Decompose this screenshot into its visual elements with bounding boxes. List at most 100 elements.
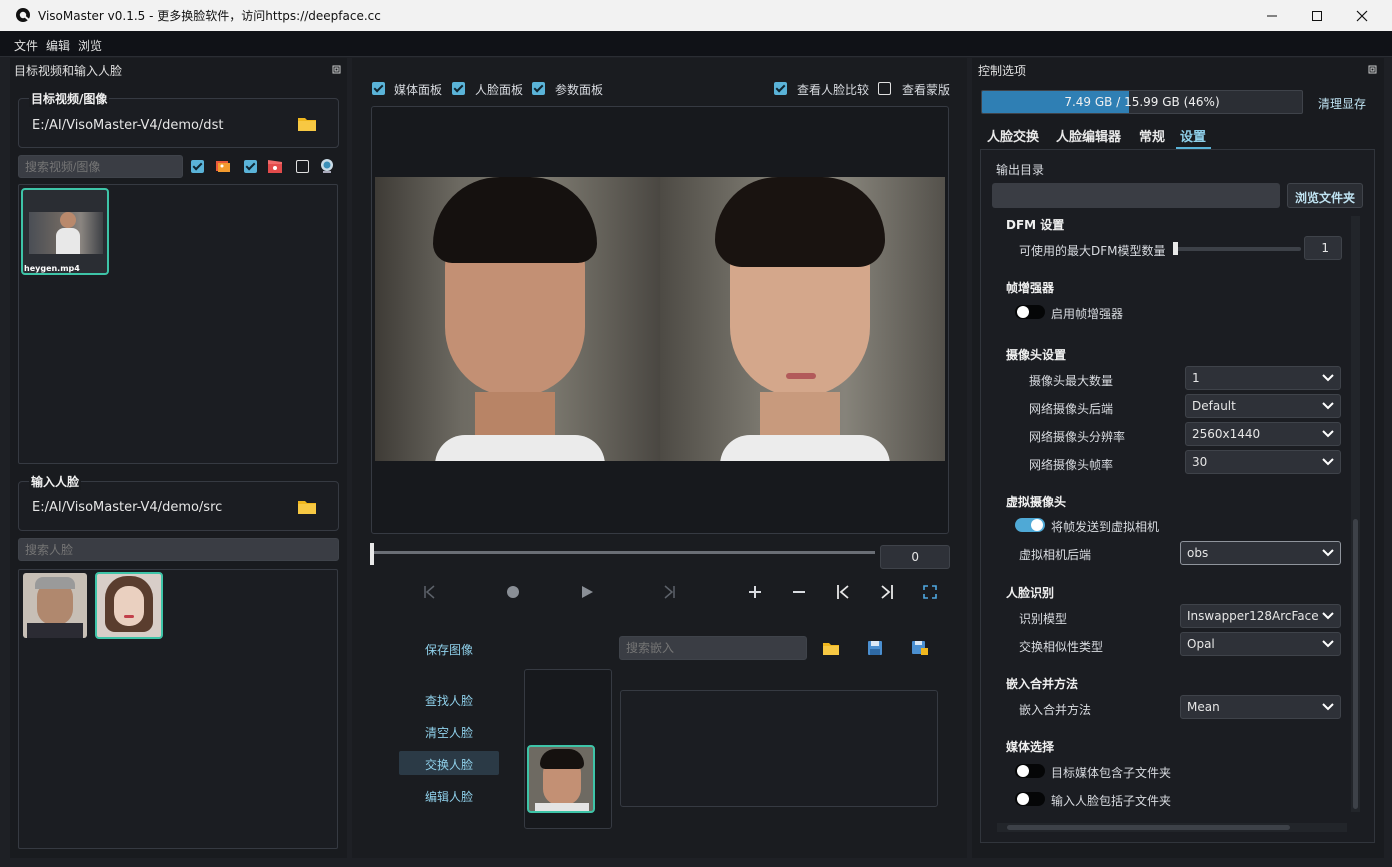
similarity-type-label: 交换相似性类型 bbox=[1019, 640, 1104, 654]
skip-back-icon bbox=[424, 585, 435, 599]
settings-vertical-scrollbar[interactable] bbox=[1351, 216, 1360, 812]
filter-images-checkbox[interactable] bbox=[191, 160, 204, 173]
next-marker-icon bbox=[881, 585, 893, 599]
input-face-thumb-2[interactable] bbox=[95, 572, 163, 639]
clear-faces-button[interactable]: 清空人脸 bbox=[404, 724, 494, 741]
browse-folder-button[interactable]: 浏览文件夹 bbox=[1287, 183, 1363, 208]
param-panel-checkbox[interactable] bbox=[532, 82, 545, 95]
prev-marker-icon bbox=[837, 585, 849, 599]
webcam-icon bbox=[319, 158, 335, 174]
remove-marker-button[interactable] bbox=[791, 584, 807, 600]
minimize-button[interactable] bbox=[1249, 0, 1295, 31]
recognition-model-select[interactable]: Inswapper128ArcFace bbox=[1180, 604, 1341, 628]
swap-faces-button[interactable]: 交换人脸 bbox=[404, 756, 494, 773]
tab-general[interactable]: 常规 bbox=[1139, 126, 1165, 145]
record-icon bbox=[507, 586, 519, 598]
webcam-fps-label: 网络摄像头帧率 bbox=[1029, 458, 1114, 472]
face-compare-checkbox[interactable] bbox=[774, 82, 787, 95]
play-button[interactable] bbox=[579, 584, 595, 600]
chevron-down-icon bbox=[1322, 702, 1334, 712]
undock-icon[interactable] bbox=[1368, 65, 1377, 74]
dfm-slider-handle[interactable] bbox=[1173, 242, 1178, 255]
fullscreen-button[interactable] bbox=[923, 585, 937, 599]
save-image-button[interactable]: 保存图像 bbox=[404, 641, 494, 658]
maximize-button[interactable] bbox=[1294, 0, 1340, 31]
target-search-input[interactable] bbox=[18, 155, 183, 178]
media-panel-label: 媒体面板 bbox=[394, 83, 443, 97]
filter-videos-checkbox[interactable] bbox=[244, 160, 257, 173]
edit-faces-button[interactable]: 编辑人脸 bbox=[404, 788, 494, 805]
virtual-camera-backend-select[interactable]: obs bbox=[1180, 541, 1341, 565]
prev-marker-button[interactable] bbox=[835, 584, 851, 600]
find-faces-button[interactable]: 查找人脸 bbox=[404, 692, 494, 709]
title-bar: VisoMaster v0.1.5 - 更多换脸软件，访问https://dee… bbox=[0, 0, 1392, 31]
save-as-icon bbox=[912, 641, 928, 655]
last-frame-button[interactable] bbox=[662, 584, 678, 600]
window-title: VisoMaster v0.1.5 - 更多换脸软件，访问https://dee… bbox=[38, 9, 381, 23]
add-marker-button[interactable] bbox=[747, 584, 763, 600]
target-path: E:/AI/VisoMaster-V4/demo/dst bbox=[32, 118, 224, 133]
undock-icon[interactable] bbox=[332, 65, 341, 74]
dfm-max-label: 可使用的最大DFM模型数量 bbox=[1019, 244, 1166, 258]
vram-usage-bar: 7.49 GB / 15.99 GB (46%) bbox=[981, 90, 1303, 114]
webcam-resolution-select[interactable]: 2560x1440 bbox=[1185, 422, 1341, 446]
dfm-max-slider[interactable] bbox=[1176, 247, 1301, 251]
target-subfolders-toggle[interactable] bbox=[1015, 764, 1045, 778]
similarity-type-select[interactable]: Opal bbox=[1180, 632, 1341, 656]
param-panel-label: 参数面板 bbox=[555, 83, 604, 97]
camera-title: 摄像头设置 bbox=[1006, 348, 1067, 362]
input-face-thumb-1[interactable] bbox=[23, 573, 87, 638]
mask-view-checkbox[interactable] bbox=[878, 82, 891, 95]
menu-file[interactable]: 文件 bbox=[14, 37, 38, 54]
input-subfolders-toggle[interactable] bbox=[1015, 792, 1045, 806]
frame-number-input[interactable]: 0 bbox=[880, 545, 950, 569]
original-face-image bbox=[375, 177, 660, 461]
tab-face-editor[interactable]: 人脸编辑器 bbox=[1056, 126, 1121, 145]
recognition-model-label: 识别模型 bbox=[1019, 612, 1068, 626]
menu-bar: 文件 编辑 浏览 bbox=[0, 31, 1392, 57]
timeline-handle[interactable] bbox=[370, 543, 374, 565]
menu-edit[interactable]: 编辑 bbox=[46, 37, 70, 54]
vertical-scroll-thumb[interactable] bbox=[1353, 519, 1358, 809]
filter-webcam-checkbox[interactable] bbox=[296, 160, 309, 173]
recognition-title: 人脸识别 bbox=[1006, 586, 1055, 600]
minimize-icon bbox=[1267, 15, 1277, 16]
timeline-slider[interactable] bbox=[371, 551, 875, 554]
embed-merge-select[interactable]: Mean bbox=[1180, 695, 1341, 719]
plus-icon bbox=[749, 586, 761, 598]
tab-settings[interactable]: 设置 bbox=[1180, 126, 1206, 145]
dfm-max-value[interactable]: 1 bbox=[1304, 236, 1342, 260]
virtual-camera-toggle[interactable] bbox=[1015, 518, 1045, 532]
face-panel-checkbox[interactable] bbox=[452, 82, 465, 95]
tab-face-swap[interactable]: 人脸交换 bbox=[987, 126, 1039, 145]
webcam-backend-select[interactable]: Default bbox=[1185, 394, 1341, 418]
webcam-fps-select[interactable]: 30 bbox=[1185, 450, 1341, 474]
media-panel-checkbox[interactable] bbox=[372, 82, 385, 95]
target-folder-button[interactable] bbox=[297, 114, 317, 132]
input-folder-button[interactable] bbox=[297, 497, 317, 515]
save-embedding-button[interactable] bbox=[867, 640, 883, 656]
clear-vram-button[interactable]: 清理显存 bbox=[1310, 95, 1374, 112]
frame-enhancer-toggle[interactable] bbox=[1015, 305, 1045, 319]
next-marker-button[interactable] bbox=[879, 584, 895, 600]
folder-icon bbox=[823, 643, 839, 655]
menu-browse[interactable]: 浏览 bbox=[78, 37, 102, 54]
swapped-face-image bbox=[660, 177, 945, 461]
save-as-embedding-button[interactable] bbox=[911, 640, 929, 656]
record-button[interactable] bbox=[505, 584, 521, 600]
detected-face-thumb[interactable] bbox=[527, 745, 595, 813]
output-dir-input[interactable] bbox=[992, 183, 1280, 208]
chevron-down-icon bbox=[1322, 639, 1334, 649]
close-button[interactable] bbox=[1339, 0, 1385, 31]
camera-max-select[interactable]: 1 bbox=[1185, 366, 1341, 390]
embedding-search-input[interactable] bbox=[619, 636, 807, 660]
vram-usage-text: 7.49 GB / 15.99 GB (46%) bbox=[1064, 95, 1220, 109]
first-frame-button[interactable] bbox=[421, 584, 437, 600]
play-icon bbox=[582, 586, 593, 598]
virtual-camera-backend-label: 虚拟相机后端 bbox=[1019, 548, 1092, 562]
settings-horizontal-scrollbar[interactable] bbox=[997, 823, 1347, 832]
horizontal-scroll-thumb[interactable] bbox=[1007, 825, 1290, 830]
load-embedding-button[interactable] bbox=[822, 640, 840, 656]
target-thumb-heygen[interactable]: heygen.mp4 bbox=[21, 188, 109, 275]
input-search-input[interactable] bbox=[18, 538, 339, 561]
